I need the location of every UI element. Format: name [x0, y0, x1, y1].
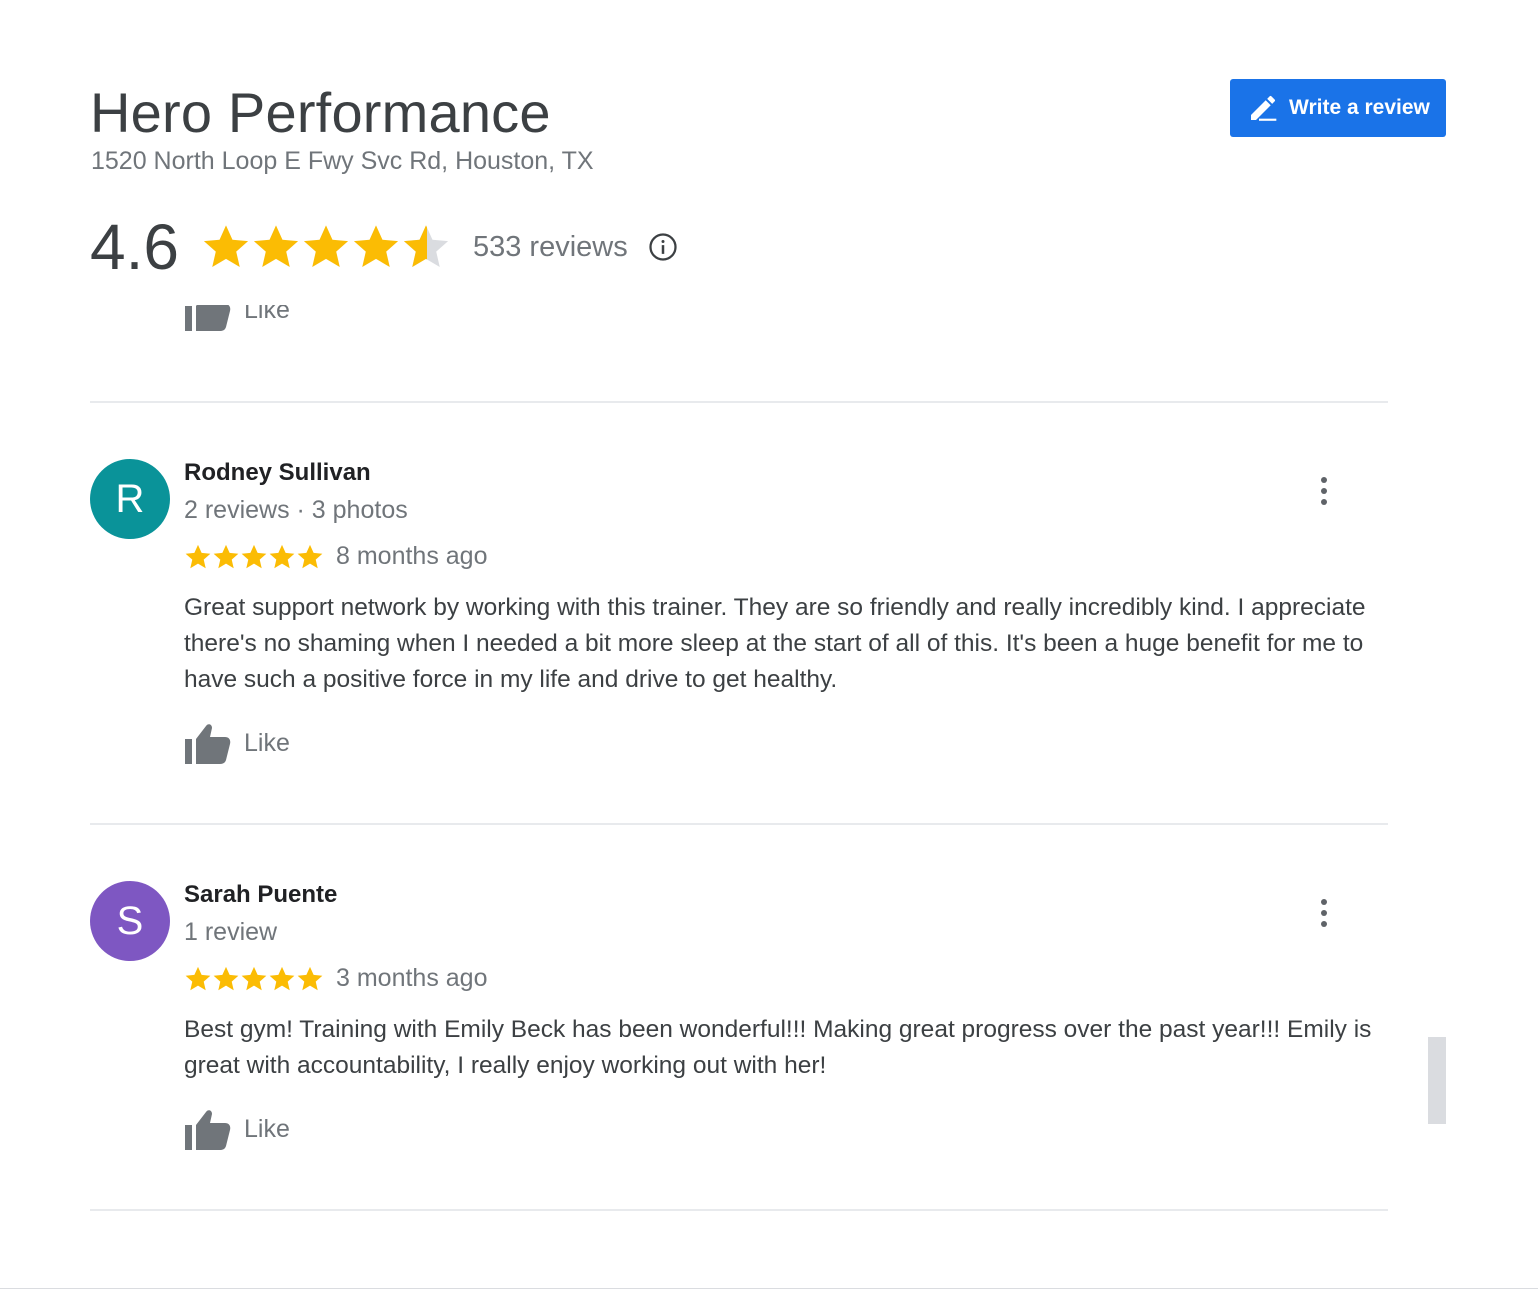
review-stars	[184, 543, 324, 571]
more-options-button[interactable]	[1308, 471, 1340, 511]
thumbs-up-icon	[184, 720, 232, 766]
review-time: 8 months ago	[336, 542, 488, 570]
star-icon	[241, 544, 267, 568]
reviewer-meta: 2 reviews · 3 photos	[184, 496, 408, 524]
thumbs-up-icon	[184, 1106, 232, 1152]
star-icon	[353, 225, 399, 267]
info-icon[interactable]	[648, 232, 678, 262]
review-text: Best gym! Training with Emily Beck has b…	[184, 1016, 1372, 1079]
like-button[interactable]: Like	[184, 720, 290, 766]
star-icon	[253, 225, 299, 267]
review-item: R Rodney Sullivan 2 reviews · 3 photos 8…	[90, 459, 1380, 779]
review-stars	[184, 965, 324, 993]
star-icon	[185, 966, 211, 990]
thumbs-up-icon	[184, 305, 232, 333]
more-vert-icon	[1321, 899, 1327, 927]
average-rating: 4.6	[90, 211, 179, 283]
star-icon	[185, 544, 211, 568]
write-review-button[interactable]: Write a review	[1230, 79, 1446, 137]
more-options-button[interactable]	[1308, 893, 1340, 933]
reviewer-name[interactable]: Sarah Puente	[184, 881, 337, 909]
review-rating: 8 months ago	[184, 542, 488, 571]
star-icon	[297, 544, 323, 568]
reviewer-meta: 1 review	[184, 918, 278, 946]
scrollbar-thumb[interactable]	[1428, 1037, 1446, 1124]
like-label: Like	[244, 305, 290, 324]
review-text: Great support network by working with th…	[184, 594, 1366, 693]
like-button[interactable]: Like	[184, 1106, 290, 1152]
star-icon	[213, 966, 239, 990]
reviewer-name[interactable]: Rodney Sullivan	[184, 459, 371, 487]
review-divider	[90, 823, 1388, 825]
summary-stars	[201, 222, 451, 272]
previous-review-clipped: Like	[0, 305, 1538, 341]
half-star-icon	[403, 225, 449, 267]
like-label: Like	[244, 1114, 290, 1143]
star-icon	[213, 544, 239, 568]
star-icon	[203, 225, 249, 267]
more-vert-icon	[1321, 477, 1327, 505]
review-count[interactable]: 533 reviews	[473, 231, 628, 264]
avatar[interactable]: S	[90, 881, 170, 961]
star-icon	[269, 966, 295, 990]
rating-summary: 4.6 533 reviews	[90, 212, 678, 282]
review-rating: 3 months ago	[184, 964, 488, 993]
business-address: 1520 North Loop E Fwy Svc Rd, Houston, T…	[91, 147, 594, 175]
bottom-divider	[0, 1288, 1538, 1289]
star-icon	[241, 966, 267, 990]
star-icon	[297, 966, 323, 990]
review-divider	[90, 1209, 1388, 1211]
pencil-icon	[1247, 92, 1279, 124]
star-icon	[269, 544, 295, 568]
review-divider	[90, 401, 1388, 403]
business-name: Hero Performance	[90, 81, 551, 144]
review-item: S Sarah Puente 1 review 3 months ago Bes…	[90, 881, 1380, 1171]
write-review-label: Write a review	[1289, 96, 1430, 119]
like-label: Like	[244, 728, 290, 757]
review-time: 3 months ago	[336, 964, 488, 992]
like-button[interactable]: Like	[184, 305, 290, 333]
avatar[interactable]: R	[90, 459, 170, 539]
star-icon	[303, 225, 349, 267]
